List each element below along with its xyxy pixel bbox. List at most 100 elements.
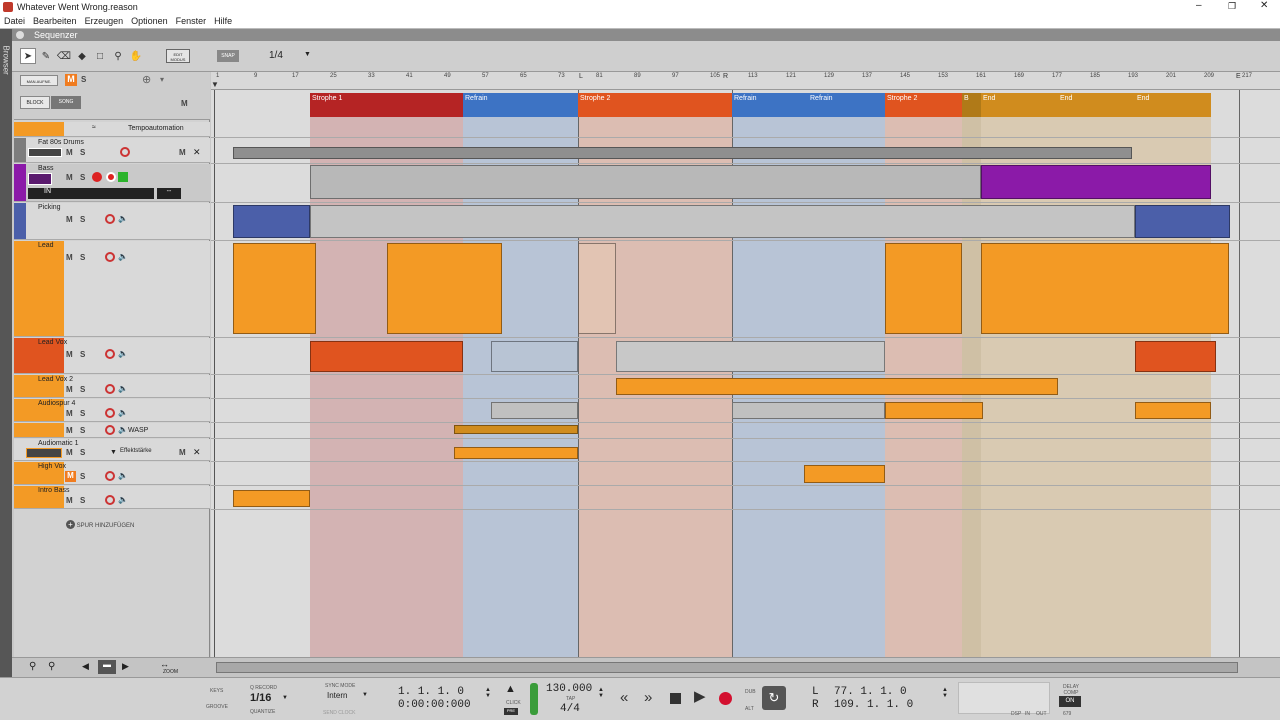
- maximize-button[interactable]: ❐: [1228, 1, 1236, 12]
- end-marker[interactable]: E: [1236, 73, 1241, 80]
- solo-button[interactable]: S: [80, 496, 85, 505]
- solo-button[interactable]: S: [80, 385, 85, 394]
- section-block[interactable]: End: [1135, 93, 1211, 117]
- track-tempo[interactable]: ≈ Tempoautomation: [14, 122, 210, 137]
- global-solo-button[interactable]: S: [81, 75, 86, 84]
- right-locator-marker[interactable]: R: [723, 73, 728, 80]
- quantize-value[interactable]: 1/16: [250, 692, 271, 704]
- section-block[interactable]: Strophe 2: [578, 93, 732, 117]
- tempo-stepper[interactable]: ▲ ▼: [598, 687, 604, 699]
- monitor-icon[interactable]: [92, 172, 102, 182]
- send-clock-label[interactable]: SEND CLOCK: [323, 710, 356, 716]
- remove-lane-icon[interactable]: ✕: [193, 147, 201, 158]
- section-mute-button[interactable]: M: [181, 99, 188, 108]
- solo-button[interactable]: S: [80, 253, 85, 262]
- arrangement-area[interactable]: 1 9 17 25 33 41 49 57 65 73 81 89 97 105…: [211, 72, 1280, 657]
- sync-dropdown-icon[interactable]: ▼: [362, 692, 368, 698]
- keys-label[interactable]: KEYS: [210, 688, 223, 694]
- lane-mute-button[interactable]: M: [179, 148, 186, 157]
- audiospur-4-clip[interactable]: [885, 402, 983, 419]
- track-picking[interactable]: Picking M S 🔈: [14, 203, 210, 240]
- lead-clip[interactable]: [885, 243, 962, 334]
- picking-clip[interactable]: [233, 205, 310, 238]
- menu-optionen[interactable]: Optionen: [127, 14, 172, 26]
- track-bass[interactable]: Bass M S IN --: [14, 164, 210, 202]
- section-block[interactable]: Strophe 1: [310, 93, 463, 117]
- section-block[interactable]: Refrain: [808, 93, 885, 117]
- tempo-value[interactable]: 130.000: [546, 683, 592, 695]
- solo-button[interactable]: S: [80, 215, 85, 224]
- param-dropdown-icon[interactable]: ▼: [110, 449, 117, 456]
- global-mute-button[interactable]: M: [65, 74, 77, 86]
- lead-clip[interactable]: [981, 243, 1229, 334]
- lead-vox-2-clip[interactable]: [616, 378, 1058, 395]
- mute-button[interactable]: M: [66, 409, 73, 418]
- audiospur-4-clip[interactable]: [1135, 402, 1211, 419]
- solo-button[interactable]: S: [80, 426, 85, 435]
- mute-button[interactable]: M: [66, 173, 73, 182]
- song-position-time[interactable]: 0:00:00:000: [398, 699, 471, 711]
- section-block[interactable]: Refrain: [463, 93, 578, 117]
- menu-erzeugen[interactable]: Erzeugen: [81, 14, 128, 26]
- section-block[interactable]: End: [1058, 93, 1135, 117]
- block-mode-button[interactable]: BLOCK: [20, 96, 50, 109]
- intro-bass-clip[interactable]: [233, 490, 310, 507]
- lead-vox-clip[interactable]: [1135, 341, 1216, 372]
- stop-button[interactable]: [670, 693, 681, 704]
- snap-button[interactable]: SNAP: [217, 50, 239, 62]
- record-enable-button[interactable]: [105, 408, 115, 418]
- rewind-button[interactable]: «: [620, 689, 628, 706]
- track-drums[interactable]: Fat 80s Drums M S M ✕: [14, 138, 210, 163]
- lane-mute-button[interactable]: M: [179, 448, 186, 457]
- record-enable-button[interactable]: [106, 172, 116, 182]
- track-wasp[interactable]: M S 🔈 WASP: [14, 423, 210, 438]
- section-block[interactable]: B: [962, 93, 981, 117]
- qrecord-label[interactable]: Q RECORD: [250, 685, 277, 691]
- menu-fenster[interactable]: Fenster: [172, 14, 211, 26]
- record-enable-button[interactable]: [105, 252, 115, 262]
- menu-bearbeiten[interactable]: Bearbeiten: [29, 14, 81, 26]
- solo-button[interactable]: S: [80, 409, 85, 418]
- audiomatic-clip[interactable]: [454, 447, 578, 459]
- pencil-tool-icon[interactable]: ✎: [38, 48, 54, 64]
- close-button[interactable]: ✕: [1260, 0, 1268, 11]
- track-audiomatic[interactable]: Audiomatic 1 M S ▼ Effektstärke M ✕: [14, 439, 210, 461]
- wasp-clip[interactable]: [454, 425, 578, 434]
- bass-input-value[interactable]: --: [157, 188, 181, 199]
- magnify-tool-icon[interactable]: ⚲: [110, 48, 126, 64]
- audiospur-4-clip[interactable]: [732, 402, 885, 419]
- zoom-horizontal-icon[interactable]: ↔: [160, 659, 169, 669]
- mute-button[interactable]: M: [66, 350, 73, 359]
- loop-button[interactable]: ↻: [762, 686, 786, 710]
- speaker-icon[interactable]: 🔈: [118, 495, 128, 504]
- zoom-in-icon[interactable]: ⚲: [48, 661, 55, 672]
- bass-clip[interactable]: [981, 165, 1211, 199]
- lead-vox-clip[interactable]: [491, 341, 578, 372]
- record-enable-button[interactable]: [105, 214, 115, 224]
- menu-datei[interactable]: Datei: [0, 14, 29, 26]
- speaker-icon[interactable]: 🔈: [118, 214, 128, 223]
- edit-mode-button[interactable]: EDIT MODUS: [166, 49, 190, 63]
- track-lead-vox-2[interactable]: Lead Vox 2 M S 🔈: [14, 375, 210, 398]
- mute-button[interactable]: M: [66, 496, 73, 505]
- picking-clip[interactable]: [310, 205, 1135, 238]
- metronome-icon[interactable]: ▲: [505, 683, 516, 695]
- loop-right-value[interactable]: 109. 1. 1. 0: [834, 699, 913, 711]
- speaker-icon[interactable]: 🔈: [118, 471, 128, 480]
- picking-clip[interactable]: [1135, 205, 1230, 238]
- speaker-icon[interactable]: 🔈: [118, 408, 128, 417]
- tap-label[interactable]: TAP: [566, 696, 575, 702]
- mute-button[interactable]: M: [66, 253, 73, 262]
- track-intro-bass[interactable]: Intro Bass M S 🔈: [14, 486, 210, 509]
- groove-label[interactable]: GROOVE: [206, 704, 228, 710]
- record-enable-button[interactable]: [105, 495, 115, 505]
- lead-clip[interactable]: [233, 243, 316, 334]
- manual-record-button[interactable]: MAN.AUFNE.: [20, 75, 58, 86]
- menu-hilfe[interactable]: Hilfe: [210, 14, 236, 26]
- position-stepper[interactable]: ▲ ▼: [485, 687, 491, 699]
- record-enable-button[interactable]: [120, 147, 130, 157]
- audiospur-4-clip[interactable]: [491, 402, 578, 419]
- track-options-icon[interactable]: ▾: [160, 75, 164, 84]
- alt-label[interactable]: ALT: [745, 706, 754, 712]
- mute-button[interactable]: M: [66, 148, 73, 157]
